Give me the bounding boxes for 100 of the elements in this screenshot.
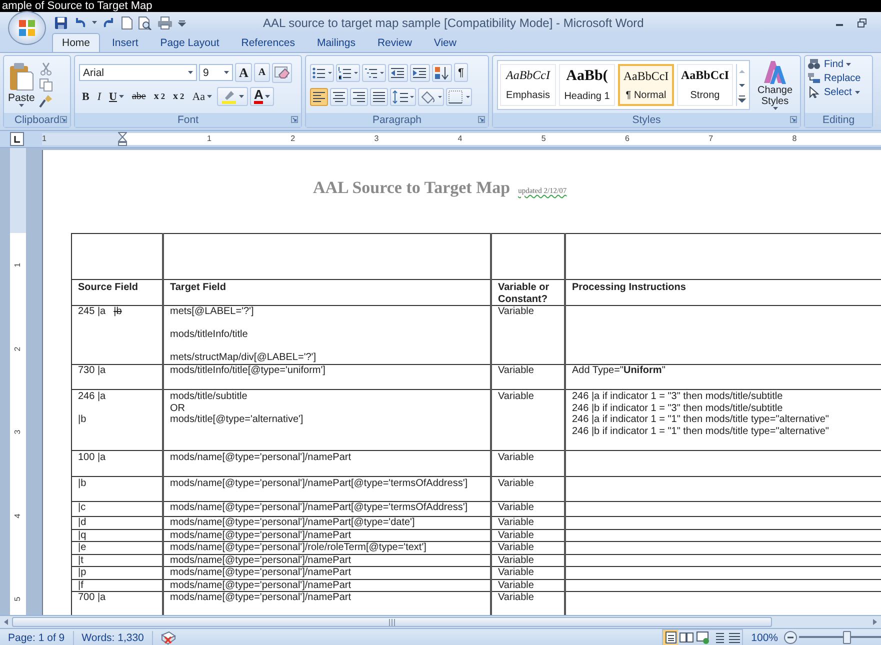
value-type: Variable bbox=[498, 580, 534, 591]
line-spacing-icon[interactable] bbox=[390, 88, 416, 106]
ribbon-tab[interactable]: References bbox=[231, 33, 305, 52]
dialog-launcher-icon[interactable] bbox=[291, 116, 298, 123]
align-icon[interactable] bbox=[350, 88, 368, 106]
caret-icon[interactable] bbox=[92, 21, 97, 24]
style-option[interactable]: AaBbCcI Emphasis bbox=[500, 64, 556, 106]
style-option[interactable]: AaBb( Heading 1 bbox=[559, 64, 615, 106]
format-button[interactable]: B bbox=[79, 87, 92, 106]
caret-icon[interactable] bbox=[265, 95, 270, 98]
find-button[interactable]: Find bbox=[807, 58, 852, 70]
caret-icon[interactable] bbox=[772, 107, 778, 110]
style-option[interactable]: AaBbCcI Strong bbox=[677, 64, 733, 106]
document-title: AAL Source to Target Map bbox=[313, 178, 510, 198]
value-type: Variable bbox=[498, 502, 534, 514]
paint-bucket-icon[interactable] bbox=[418, 88, 444, 106]
indent-marker-icon[interactable] bbox=[118, 132, 127, 146]
decrease-indent-icon[interactable] bbox=[388, 64, 408, 82]
grow-font-button[interactable]: A bbox=[235, 63, 252, 82]
tab-selector-icon[interactable] bbox=[10, 132, 24, 146]
align-icon[interactable] bbox=[370, 88, 388, 106]
word-count[interactable]: Words: 1,330 bbox=[74, 630, 153, 644]
borders-icon[interactable] bbox=[446, 88, 472, 106]
highlight-button[interactable] bbox=[217, 87, 248, 106]
ruler-number: 3 bbox=[374, 133, 379, 145]
ribbon-tab[interactable]: Review bbox=[367, 33, 422, 52]
clear-format-icon[interactable] bbox=[272, 62, 292, 82]
caret-icon[interactable] bbox=[854, 90, 860, 94]
ribbon-tab[interactable]: Page Layout bbox=[150, 33, 230, 52]
format-button[interactable]: I bbox=[94, 87, 104, 106]
zoom-out-icon[interactable] bbox=[784, 631, 797, 644]
show-marks-button[interactable]: ¶ bbox=[454, 63, 468, 82]
group-label: Paragraph bbox=[372, 114, 422, 126]
dialog-launcher-icon[interactable] bbox=[478, 116, 485, 123]
group-label: Editing bbox=[822, 114, 855, 126]
horizontal-scrollbar[interactable] bbox=[0, 615, 881, 628]
web-layout-icon[interactable] bbox=[695, 630, 710, 645]
save-icon[interactable] bbox=[54, 16, 68, 30]
ribbon-tab[interactable]: Mailings bbox=[306, 33, 366, 52]
new-page-icon[interactable] bbox=[121, 16, 133, 30]
change-styles-button[interactable]: Change Styles bbox=[754, 59, 796, 110]
zoom-level[interactable]: 100% bbox=[751, 632, 778, 644]
brush-icon[interactable] bbox=[38, 94, 53, 108]
shrink-font-button[interactable]: A bbox=[254, 63, 270, 82]
undo-icon[interactable] bbox=[73, 16, 87, 30]
page-count[interactable]: Page: 1 of 9 bbox=[0, 630, 74, 644]
font-color-button[interactable]: A bbox=[250, 87, 274, 106]
caret-icon[interactable] bbox=[18, 104, 24, 107]
ribbon-tab[interactable]: Home bbox=[52, 33, 100, 52]
font-name-field[interactable]: Arial bbox=[79, 64, 197, 81]
dialog-launcher-icon[interactable] bbox=[60, 116, 67, 123]
font-size-field[interactable]: 9 bbox=[199, 64, 233, 81]
format-button[interactable]: Aa bbox=[189, 87, 216, 106]
dialog-launcher-icon[interactable] bbox=[790, 116, 797, 123]
ruler-number: 7 bbox=[708, 133, 714, 145]
print-layout-icon[interactable] bbox=[663, 630, 678, 645]
paste-button[interactable]: Paste bbox=[8, 62, 35, 107]
proofing-icon[interactable] bbox=[158, 630, 177, 644]
select-button[interactable]: Select bbox=[807, 86, 860, 98]
align-icon[interactable] bbox=[330, 88, 348, 106]
caret-icon[interactable] bbox=[118, 95, 124, 98]
style-option[interactable]: AaBbCcI ¶ Normal bbox=[618, 64, 674, 106]
ruler-number: 6 bbox=[625, 133, 630, 145]
scissors-icon[interactable] bbox=[38, 62, 53, 76]
ribbon-tab[interactable]: Insert bbox=[102, 33, 148, 52]
caret-icon[interactable] bbox=[239, 95, 244, 98]
slider-thumb[interactable] bbox=[843, 631, 851, 644]
format-button[interactable]: abe bbox=[128, 87, 149, 106]
column-header: Target Field bbox=[170, 282, 226, 294]
deleted-text: |b bbox=[114, 306, 122, 318]
window-title: AAL source to target map sample [Compatibility Mode] - Microsoft Word bbox=[262, 16, 645, 30]
processing-instruction: Add Type="Uniform" bbox=[572, 365, 666, 376]
increase-indent-icon[interactable] bbox=[410, 64, 430, 82]
clipboard-icon bbox=[8, 62, 34, 92]
ruler-number: 8 bbox=[792, 133, 797, 145]
redo-icon[interactable] bbox=[102, 16, 116, 30]
group-label: Font bbox=[177, 114, 198, 126]
caret-icon[interactable] bbox=[207, 95, 212, 98]
scrollbar-thumb[interactable] bbox=[12, 617, 772, 627]
restore-icon[interactable] bbox=[857, 18, 867, 28]
format-button[interactable]: U bbox=[106, 87, 127, 106]
ruler-number: 3 bbox=[13, 428, 23, 436]
align-icon[interactable] bbox=[310, 88, 328, 106]
print-preview-icon[interactable] bbox=[138, 16, 152, 30]
customize-icon[interactable] bbox=[178, 18, 186, 28]
multilevel-list-icon[interactable] bbox=[362, 64, 386, 82]
caret-icon[interactable] bbox=[846, 62, 852, 66]
zoom-slider[interactable] bbox=[799, 631, 881, 644]
replace-button[interactable]: Replace bbox=[807, 72, 861, 84]
sort-icon[interactable] bbox=[432, 64, 452, 82]
copy-icon[interactable] bbox=[38, 78, 53, 92]
ribbon-tab[interactable]: View bbox=[424, 33, 466, 52]
caret-icon[interactable] bbox=[224, 71, 229, 74]
draft-icon[interactable] bbox=[727, 630, 742, 645]
reading-layout-icon[interactable] bbox=[679, 630, 694, 645]
printer-icon[interactable] bbox=[157, 16, 173, 30]
value-type: Variable bbox=[498, 452, 534, 464]
bullet-list-icon[interactable] bbox=[310, 64, 334, 82]
caret-icon[interactable] bbox=[188, 71, 193, 74]
numbered-list-icon[interactable] bbox=[336, 64, 360, 82]
